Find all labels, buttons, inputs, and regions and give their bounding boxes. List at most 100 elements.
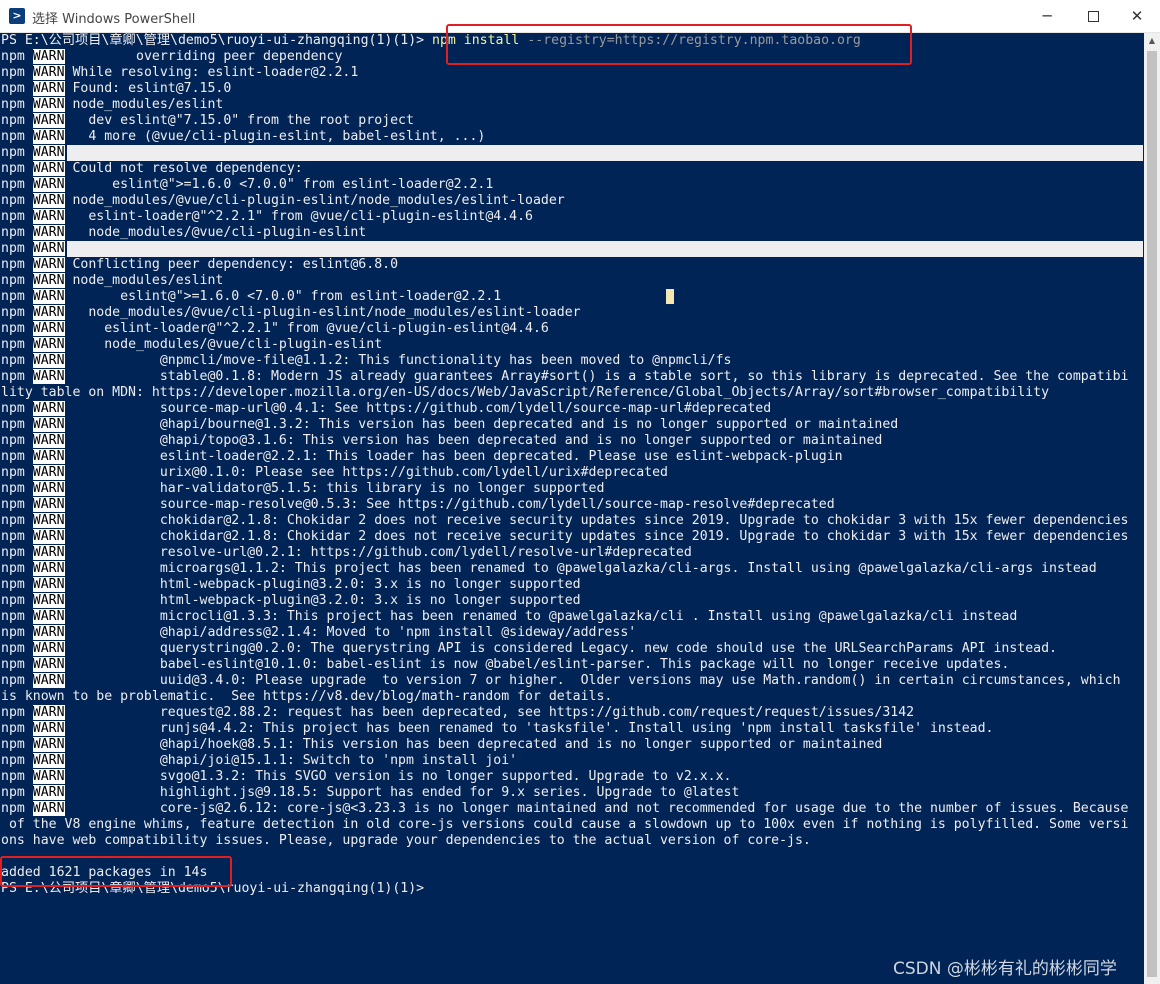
console-line: npm WARN dev eslint@"7.15.0" from the ro… [1,113,1143,129]
console-line: npm WARN resolve-url@0.2.1: https://gith… [1,545,1143,561]
warn-badge: WARN [32,257,65,272]
console-line: npm WARN Could not resolve dependency: [1,161,1143,177]
vertical-scrollbar[interactable]: ▲ [1144,33,1160,984]
warn-badge: WARN [32,129,65,144]
console-text: Found: eslint@7.15.0 [64,81,232,96]
console-line: npm WARN runjs@4.4.2: This project has b… [1,721,1143,737]
console-line: npm WARN Conflicting peer dependency: es… [1,257,1143,273]
console-line: npm WARN eslint@">=1.6.0 <7.0.0" from es… [1,177,1143,193]
console-text: stable@0.1.8: Modern JS already guarante… [64,369,1129,384]
warn-badge: WARN [32,785,65,800]
console-line: ons have web compatibility issues. Pleas… [1,833,1143,849]
maximize-button[interactable] [1070,0,1116,32]
warn-badge: WARN [32,49,65,64]
console-line: npm WARN uuid@3.4.0: Please upgrade to v… [1,673,1143,689]
npm-prefix: npm [1,65,25,80]
console-line: lity table on MDN: https://developer.moz… [1,385,1143,401]
result-highlight-box [0,856,232,887]
warn-badge: WARN [32,161,65,176]
console-line: npm WARN highlight.js@9.18.5: Support ha… [1,785,1143,801]
console-line: npm WARN @hapi/bourne@1.3.2: This versio… [1,417,1143,433]
npm-prefix: npm [1,177,25,192]
scrollbar-thumb[interactable] [1147,51,1157,977]
console-text: querystring@0.2.0: The querystring API i… [64,641,1057,656]
npm-prefix: npm [1,161,25,176]
warn-badge: WARN [32,481,65,496]
npm-prefix: npm [1,801,25,816]
warn-badge: WARN [32,657,65,672]
npm-prefix: npm [1,81,25,96]
warn-badge: WARN [32,337,65,352]
console-line: npm WARN [1,145,1143,161]
warn-badge: WARN [32,241,65,256]
scroll-up-arrow-icon[interactable]: ▲ [1144,33,1160,49]
powershell-icon: > [9,8,25,24]
warn-badge: WARN [32,305,65,320]
warn-badge: WARN [32,609,65,624]
console-line: npm WARN urix@0.1.0: Please see https://… [1,465,1143,481]
console-text: babel-eslint@10.1.0: babel-eslint is now… [64,657,1010,672]
npm-prefix: npm [1,497,25,512]
npm-prefix: npm [1,625,25,640]
command-highlight-box [446,24,912,65]
warn-badge: WARN [32,433,65,448]
console-text: 4 more (@vue/cli-plugin-eslint, babel-es… [64,129,486,144]
console-text: html-webpack-plugin@3.2.0: 3.x is no lon… [64,577,581,592]
window-title: 选择 Windows PowerShell [32,12,196,27]
console-line: npm WARN stable@0.1.8: Modern JS already… [1,369,1143,385]
warn-badge: WARN [32,545,65,560]
warn-badge: WARN [32,209,65,224]
console-line: npm WARN @hapi/topo@3.1.6: This version … [1,433,1143,449]
console-text: uuid@3.4.0: Please upgrade to version 7 … [64,673,1121,688]
warn-badge: WARN [32,641,65,656]
console-line: npm WARN querystring@0.2.0: The querystr… [1,641,1143,657]
warn-badge: WARN [32,497,65,512]
console-text: core-js@2.6.12: core-js@<3.23.3 is no lo… [64,801,1129,816]
warn-badge: WARN [32,577,65,592]
console-text: eslint-loader@"^2.2.1" from @vue/cli-plu… [64,209,533,224]
console-line: npm WARN chokidar@2.1.8: Chokidar 2 does… [1,529,1143,545]
warn-badge: WARN [32,369,65,384]
npm-prefix: npm [1,785,25,800]
console-line: npm WARN request@2.88.2: request has bee… [1,705,1143,721]
warn-badge: WARN [32,673,65,688]
npm-prefix: npm [1,545,25,560]
warn-badge: WARN [32,145,65,160]
warn-badge: WARN [32,705,65,720]
close-button[interactable]: ✕ [1114,0,1160,32]
console-line: npm WARN svgo@1.3.2: This SVGO version i… [1,769,1143,785]
npm-prefix: npm [1,481,25,496]
console-line: npm WARN node_modules/eslint [1,97,1143,113]
warn-badge: WARN [32,401,65,416]
text-cursor [666,289,674,304]
console-text: node_modules/@vue/cli-plugin-eslint [64,225,367,240]
console-text: ons have web compatibility issues. Pleas… [1,833,811,848]
watermark: CSDN @彬彬有礼的彬彬同学 [893,959,1117,979]
console-text: node_modules/eslint [64,273,224,288]
npm-prefix: npm [1,465,25,480]
console-text: is known to be problematic. See https://… [1,689,613,704]
console-line: npm WARN source-map-url@0.4.1: See https… [1,401,1143,417]
console-line: npm WARN 4 more (@vue/cli-plugin-eslint,… [1,129,1143,145]
warn-badge: WARN [32,449,65,464]
npm-prefix: npm [1,577,25,592]
console-line: npm WARN har-validator@5.1.5: this libra… [1,481,1143,497]
warn-badge: WARN [32,65,65,80]
npm-prefix: npm [1,593,25,608]
console-line: npm WARN node_modules/@vue/cli-plugin-es… [1,193,1143,209]
npm-prefix: npm [1,721,25,736]
powershell-window: > 选择 Windows PowerShell ─ ✕ PS E:\公司项目\章… [0,0,1160,984]
console-text: request@2.88.2: request has been depreca… [64,705,915,720]
minimize-button[interactable]: ─ [1024,0,1070,32]
console-line: npm WARN chokidar@2.1.8: Chokidar 2 does… [1,513,1143,529]
console-text: node_modules/@vue/cli-plugin-eslint/node… [64,305,581,320]
console-text: Conflicting peer dependency: eslint@6.8.… [64,257,399,272]
console-text: microargs@1.1.2: This project has been r… [64,561,1097,576]
console-text: @hapi/hoek@8.5.1: This version has been … [64,737,883,752]
console-line: is known to be problematic. See https://… [1,689,1143,705]
npm-prefix: npm [1,737,25,752]
npm-prefix: npm [1,673,25,688]
console-text: @hapi/address@2.1.4: Moved to 'npm insta… [64,625,637,640]
console-output[interactable]: PS E:\公司项目\章卿\管理\demo5\ruoyi-ui-zhangqin… [1,33,1143,983]
console-text: eslint@">=1.6.0 <7.0.0" from eslint-load… [64,177,494,192]
